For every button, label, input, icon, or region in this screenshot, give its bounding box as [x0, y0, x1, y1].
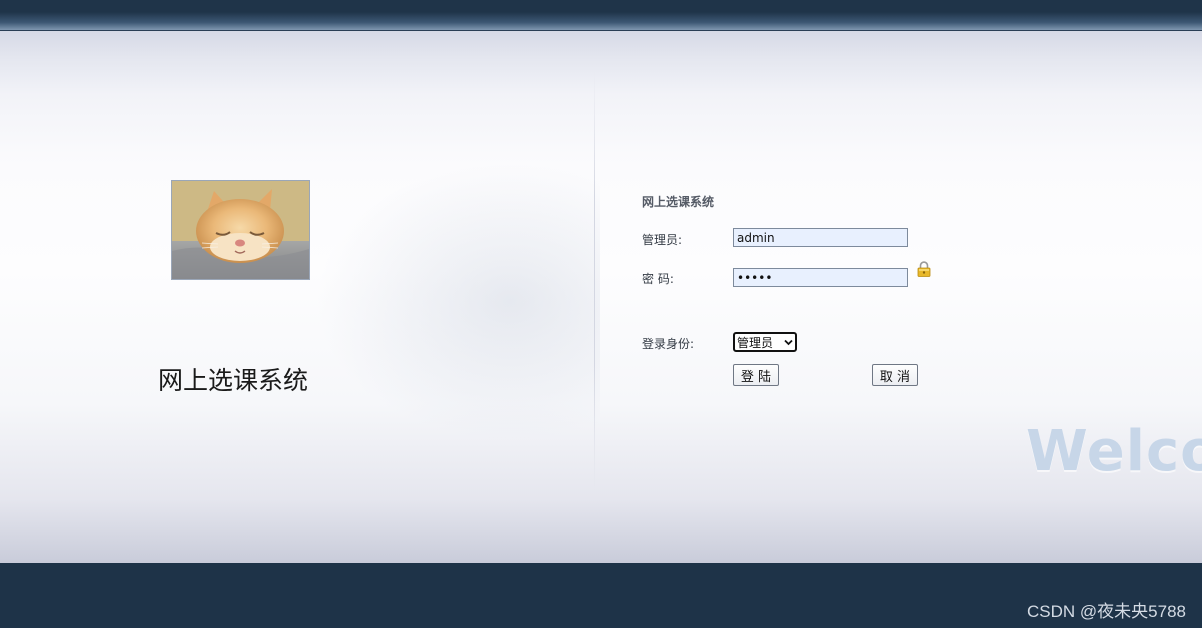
welcome-clip: Welcome [0, 31, 1202, 563]
password-label: 密 码: [642, 272, 674, 286]
system-title: 网上选课系统 [158, 366, 309, 395]
main-login-area: Welcome [0, 31, 1202, 563]
login-button[interactable]: 登 陆 [733, 364, 779, 386]
username-label: 管理员: [642, 233, 683, 247]
csdn-watermark: CSDN @夜未央5788 [1027, 602, 1186, 621]
top-header-bar [0, 0, 1202, 31]
cancel-button[interactable]: 取 消 [872, 364, 918, 386]
login-form-title: 网上选课系统 [642, 195, 715, 209]
login-page: Welcome [0, 0, 1202, 628]
chevron-down-icon [784, 339, 793, 345]
welcome-background-text: Welcome [1026, 419, 1202, 484]
kitten-image-art [172, 181, 309, 279]
kitten-logo-image [171, 180, 310, 280]
username-input[interactable] [733, 228, 908, 247]
role-select-value: 管理员 [737, 335, 774, 350]
password-input[interactable] [733, 268, 908, 287]
role-select[interactable]: 管理员 [733, 332, 797, 352]
lock-icon [917, 261, 931, 277]
role-label: 登录身份: [642, 337, 695, 351]
footer-bar: CSDN @夜未央5788 [0, 563, 1202, 628]
